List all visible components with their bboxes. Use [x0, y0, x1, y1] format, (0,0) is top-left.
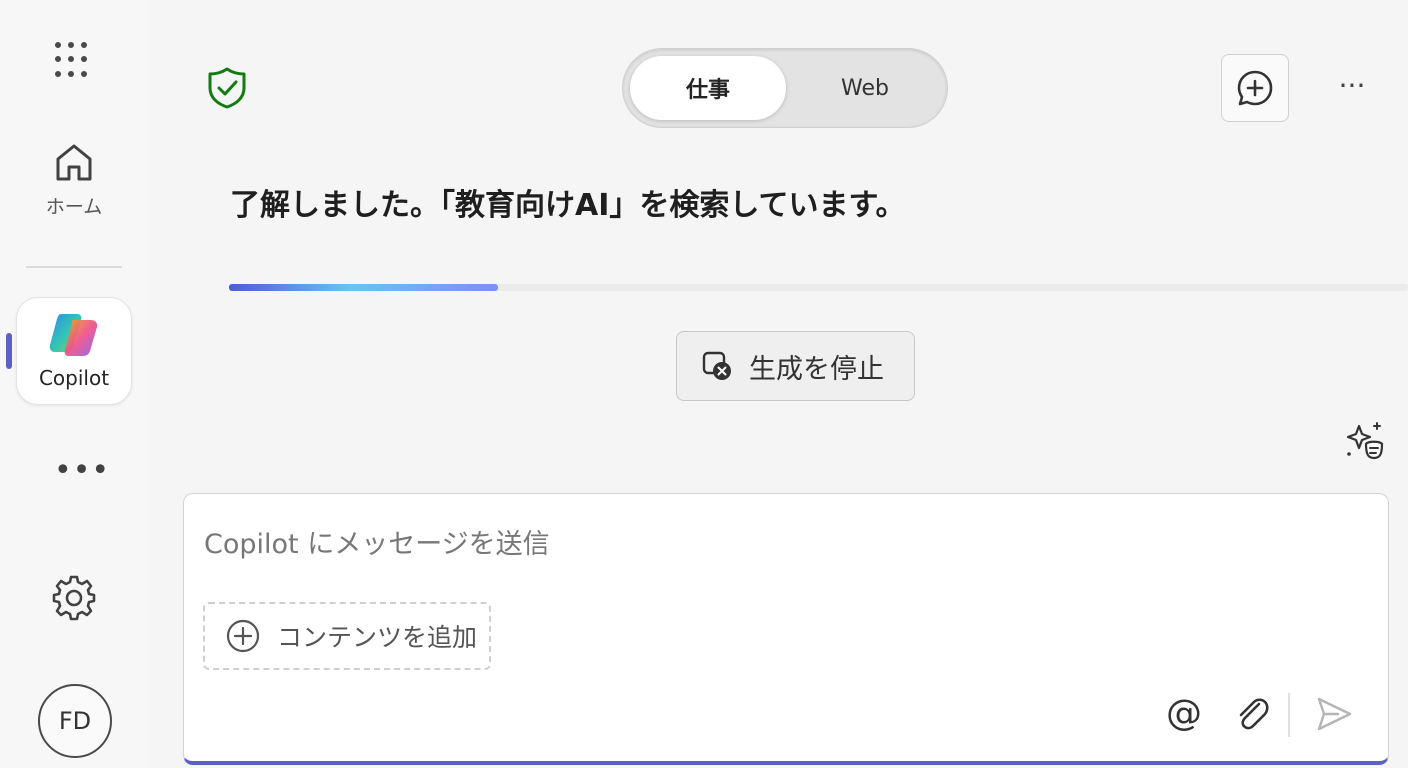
rail-item-copilot[interactable]: Copilot	[16, 297, 132, 405]
sparkle-list-icon	[1346, 422, 1384, 460]
active-indicator	[6, 333, 12, 369]
attach-button[interactable]	[1232, 694, 1272, 738]
add-content-label: コンテンツを追加	[277, 623, 478, 652]
protected-badge[interactable]	[206, 66, 248, 114]
mention-button[interactable]: @	[1164, 694, 1204, 734]
tab-work[interactable]: 仕事	[630, 56, 786, 120]
status-message: 了解しました。「教育向けAI」を検索しています。	[230, 188, 906, 223]
progress-bar-fill	[229, 284, 498, 291]
main-pane: 仕事 Web ··· 了解しました。「教育向けAI」を検索しています。 生成を停…	[148, 0, 1408, 768]
chat-add-icon	[1237, 70, 1273, 106]
gear-icon	[52, 575, 96, 621]
rail-item-copilot-label: Copilot	[38, 366, 110, 390]
plus-circle-icon	[226, 619, 260, 653]
mode-toggle: 仕事 Web	[622, 48, 948, 128]
send-icon	[1317, 697, 1352, 731]
avatar[interactable]: FD	[38, 684, 112, 758]
stop-generating-label: 生成を停止	[749, 353, 884, 385]
app-window: ホーム Copilot ••• FD 仕事 Web ··· 了解しました。「教育…	[0, 0, 1408, 768]
waffle-icon[interactable]	[55, 42, 91, 78]
settings-button[interactable]	[50, 574, 98, 626]
add-content-button[interactable]: コンテンツを追加	[203, 602, 491, 670]
message-composer: コンテンツを追加 @	[183, 493, 1389, 765]
rail-more-icon[interactable]: •••	[54, 456, 109, 486]
copilot-logo-icon	[49, 314, 98, 356]
paperclip-icon	[1239, 698, 1269, 730]
toolbar-divider	[1288, 693, 1290, 737]
rail-item-home-label: ホーム	[45, 196, 103, 218]
rail-divider	[26, 266, 122, 268]
tab-web[interactable]: Web	[789, 56, 941, 120]
stop-generating-button[interactable]: 生成を停止	[676, 331, 915, 401]
stop-circle-icon	[702, 351, 731, 380]
new-chat-button[interactable]	[1221, 54, 1289, 122]
shield-check-icon	[208, 67, 246, 109]
message-input[interactable]	[204, 518, 1104, 570]
home-icon	[56, 144, 92, 181]
left-rail: ホーム Copilot ••• FD	[0, 0, 148, 768]
prompt-gallery-button[interactable]	[1344, 420, 1384, 466]
progress-bar	[229, 284, 1408, 291]
rail-item-home[interactable]: ホーム	[30, 140, 118, 230]
send-button[interactable]	[1314, 694, 1354, 738]
more-options-button[interactable]: ···	[1330, 72, 1374, 102]
